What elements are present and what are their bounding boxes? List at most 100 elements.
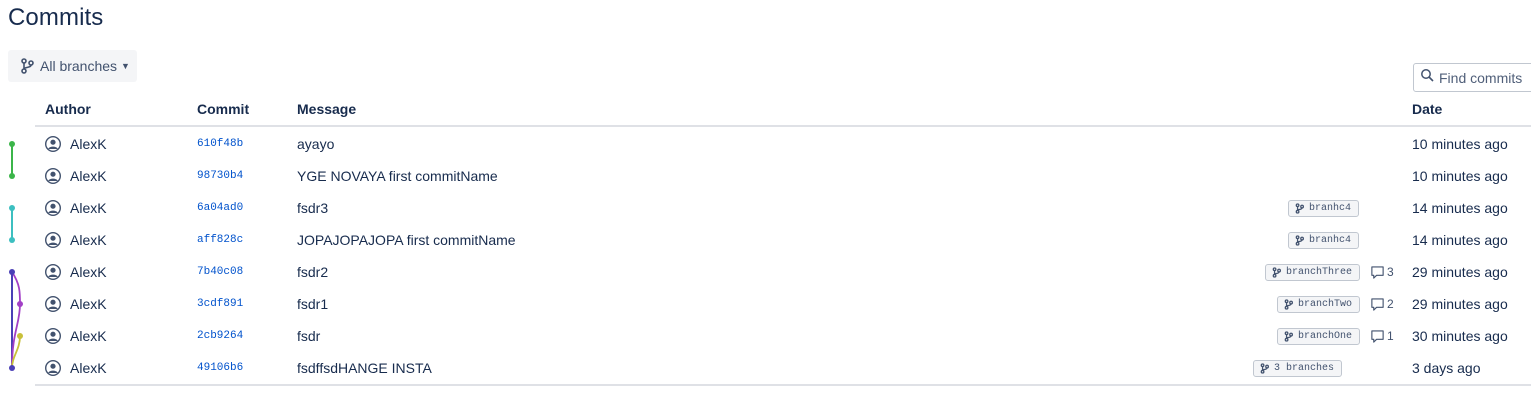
row-meta: 3 branches bbox=[1252, 352, 1378, 384]
branch-tag[interactable]: branchThree bbox=[1264, 263, 1360, 281]
comments-count-label: 3 bbox=[1387, 265, 1394, 279]
branch-icon bbox=[1260, 362, 1269, 374]
user-avatar-icon[interactable] bbox=[44, 263, 62, 281]
comments-count[interactable]: 1 bbox=[1370, 329, 1396, 344]
branch-tag[interactable]: branchTwo bbox=[1276, 295, 1360, 313]
search-icon bbox=[1420, 68, 1434, 87]
commit-row: AlexK 6a04ad0 fsdr3 branhc4 14 minutes a… bbox=[35, 192, 1531, 224]
table-bottom-divider bbox=[35, 384, 1531, 386]
commit-hash-link[interactable]: 49106b6 bbox=[197, 362, 243, 374]
user-avatar-icon[interactable] bbox=[44, 167, 62, 185]
author-name: AlexK bbox=[70, 232, 107, 248]
commit-date: 14 minutes ago bbox=[1412, 200, 1508, 216]
commit-date: 10 minutes ago bbox=[1412, 168, 1508, 184]
branch-icon bbox=[1284, 330, 1293, 342]
header-divider bbox=[35, 125, 1531, 127]
commit-node bbox=[9, 237, 15, 243]
commit-date: 29 minutes ago bbox=[1412, 296, 1508, 312]
commit-message: ayayo bbox=[297, 136, 335, 152]
branch-tag[interactable]: branhc4 bbox=[1287, 231, 1359, 249]
author-name: AlexK bbox=[70, 168, 107, 184]
commit-hash-link[interactable]: 7b40c08 bbox=[197, 266, 243, 278]
user-avatar-icon[interactable] bbox=[44, 359, 62, 377]
column-header-message: Message bbox=[297, 101, 357, 117]
branch-tag[interactable]: 3 branches bbox=[1252, 359, 1342, 377]
author-cell: AlexK bbox=[44, 167, 107, 185]
commit-date: 30 minutes ago bbox=[1412, 328, 1508, 344]
branch-icon bbox=[1272, 266, 1281, 278]
commit-message: JOPAJOPAJOPA first commitName bbox=[297, 232, 516, 248]
author-cell: AlexK bbox=[44, 295, 107, 313]
branch-tag-label: branchTwo bbox=[1297, 298, 1352, 310]
row-meta: branchOne 1 bbox=[1276, 320, 1396, 352]
comment-icon bbox=[1371, 265, 1384, 279]
comment-icon bbox=[1371, 297, 1384, 311]
author-name: AlexK bbox=[70, 296, 107, 312]
commit-row: AlexK 3cdf891 fsdr1 branchTwo 2 29 minut… bbox=[35, 288, 1531, 320]
row-meta: branchTwo 2 bbox=[1276, 288, 1396, 320]
author-name: AlexK bbox=[70, 200, 107, 216]
column-header-date: Date bbox=[1412, 101, 1443, 117]
commit-hash-link[interactable]: 98730b4 bbox=[197, 170, 243, 182]
commit-date: 10 minutes ago bbox=[1412, 136, 1508, 152]
commit-node bbox=[17, 333, 23, 339]
commit-row: AlexK 2cb9264 fsdr branchOne 1 30 minute… bbox=[35, 320, 1531, 352]
commit-hash-link[interactable]: aff828c bbox=[197, 234, 243, 246]
author-name: AlexK bbox=[70, 360, 107, 376]
commit-date: 3 days ago bbox=[1412, 360, 1481, 376]
commit-row: AlexK aff828c JOPAJOPAJOPA first commitN… bbox=[35, 224, 1531, 256]
commit-node bbox=[9, 269, 15, 275]
user-avatar-icon[interactable] bbox=[44, 295, 62, 313]
row-meta: branhc4 bbox=[1287, 224, 1395, 256]
branch-tag[interactable]: branhc4 bbox=[1287, 199, 1359, 217]
user-avatar-icon[interactable] bbox=[44, 327, 62, 345]
commit-node bbox=[17, 301, 23, 307]
commit-node bbox=[9, 173, 15, 179]
commit-date: 29 minutes ago bbox=[1412, 264, 1508, 280]
user-avatar-icon[interactable] bbox=[44, 199, 62, 217]
commit-hash-link[interactable]: 610f48b bbox=[197, 138, 243, 150]
comments-count-label: 1 bbox=[1387, 329, 1394, 343]
commit-hash-link[interactable]: 2cb9264 bbox=[197, 330, 243, 342]
comments-count-label: 2 bbox=[1387, 297, 1394, 311]
branch-selector-label: All branches bbox=[40, 58, 118, 74]
column-header-commit: Commit bbox=[197, 101, 250, 117]
commit-node bbox=[9, 205, 15, 211]
commit-row: AlexK 610f48b ayayo 10 minutes ago bbox=[35, 128, 1531, 160]
search-box[interactable] bbox=[1413, 63, 1531, 92]
row-meta: branhc4 bbox=[1287, 192, 1395, 224]
author-name: AlexK bbox=[70, 328, 107, 344]
comments-count[interactable]: 3 bbox=[1370, 265, 1396, 280]
branch-icon bbox=[20, 58, 34, 74]
branch-icon bbox=[1295, 202, 1304, 214]
branch-tag-label: 3 branches bbox=[1273, 362, 1334, 374]
author-name: AlexK bbox=[70, 264, 107, 280]
commit-message: fsdffsdHANGE INSTA bbox=[297, 360, 432, 376]
search-input[interactable] bbox=[1439, 69, 1531, 86]
commit-date: 14 minutes ago bbox=[1412, 232, 1508, 248]
user-avatar-icon[interactable] bbox=[44, 135, 62, 153]
author-name: AlexK bbox=[70, 136, 107, 152]
commit-message: fsdr bbox=[297, 328, 321, 344]
user-avatar-icon[interactable] bbox=[44, 231, 62, 249]
author-cell: AlexK bbox=[44, 327, 107, 345]
commit-hash-link[interactable]: 3cdf891 bbox=[197, 298, 243, 310]
comment-icon bbox=[1371, 329, 1384, 343]
column-header-author: Author bbox=[45, 101, 91, 117]
branch-tag[interactable]: branchOne bbox=[1276, 327, 1360, 345]
commit-hash-link[interactable]: 6a04ad0 bbox=[197, 202, 243, 214]
branch-tag-label: branchOne bbox=[1297, 330, 1352, 342]
author-cell: AlexK bbox=[44, 135, 107, 153]
commit-row: AlexK 7b40c08 fsdr2 branchThree 3 29 min… bbox=[35, 256, 1531, 288]
branch-selector-dropdown[interactable]: All branches ▼ bbox=[8, 50, 137, 82]
branch-tag-label: branchThree bbox=[1285, 266, 1352, 278]
branch-tag-label: branhc4 bbox=[1308, 202, 1351, 214]
branch-icon bbox=[1284, 298, 1293, 310]
author-cell: AlexK bbox=[44, 199, 107, 217]
commit-message: YGE NOVAYA first commitName bbox=[297, 168, 498, 184]
commit-message: fsdr1 bbox=[297, 296, 329, 312]
chevron-down-icon: ▼ bbox=[121, 61, 130, 71]
branch-tag-label: branhc4 bbox=[1308, 234, 1351, 246]
commit-node bbox=[9, 141, 15, 147]
comments-count[interactable]: 2 bbox=[1370, 297, 1396, 312]
